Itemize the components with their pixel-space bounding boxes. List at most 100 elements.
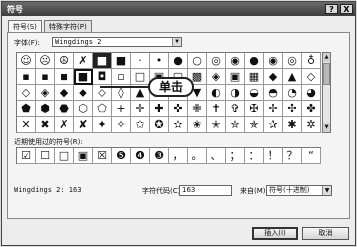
symbol-cell[interactable]: ✭ — [207, 117, 226, 133]
symbol-cell[interactable]: ✖ — [36, 117, 55, 133]
symbol-cell[interactable]: ◾ — [55, 69, 74, 85]
recent-symbol-cell[interactable]: ！ — [264, 148, 283, 164]
symbol-cell[interactable]: ◘ — [93, 69, 112, 85]
symbol-cell[interactable]: ✫ — [169, 117, 188, 133]
recent-symbol-cell[interactable]: ❺ — [112, 148, 131, 164]
recent-symbol-cell[interactable]: □ — [55, 148, 74, 164]
symbol-cell[interactable]: ◉ — [226, 53, 245, 69]
symbol-cell[interactable]: ✦ — [93, 117, 112, 133]
scroll-thumb[interactable] — [323, 63, 330, 85]
symbol-cell[interactable]: ✩ — [131, 117, 150, 133]
symbol-cell[interactable]: ■ — [112, 53, 131, 69]
symbol-cell[interactable]: ✯ — [245, 117, 264, 133]
symbol-cell[interactable]: ◐ — [207, 85, 226, 101]
insert-button[interactable]: 插入(I) — [252, 227, 298, 240]
cancel-button[interactable]: 取消 — [302, 227, 349, 240]
symbol-cell[interactable]: ✲ — [302, 117, 321, 133]
symbol-cell[interactable]: ▫ — [112, 69, 131, 85]
tab-special-characters[interactable]: 特殊字符(P) — [44, 20, 92, 32]
symbol-cell[interactable]: ✰ — [264, 117, 283, 133]
recent-symbol-cell[interactable]: ？ — [283, 148, 302, 164]
symbol-cell[interactable]: ☺ — [17, 53, 36, 69]
symbol-cell[interactable]: ⬠ — [93, 101, 112, 117]
symbol-cell[interactable]: ■ — [93, 53, 112, 69]
symbol-cell[interactable]: ✧ — [112, 117, 131, 133]
recent-symbol-cell[interactable]: ☑ — [17, 148, 36, 164]
symbol-cell[interactable]: □ — [131, 69, 150, 85]
font-dropdown[interactable]: Wingdings 2 ▼ — [52, 37, 182, 47]
symbol-cell[interactable]: ⬟ — [17, 101, 36, 117]
symbol-cell[interactable]: ✚ — [150, 101, 169, 117]
close-button[interactable]: X — [340, 4, 353, 14]
recent-symbol-cell[interactable]: ❸ — [150, 148, 169, 164]
symbol-cell[interactable]: ⬣ — [55, 101, 74, 117]
symbol-cell[interactable]: ◒ — [245, 85, 264, 101]
symbol-cell[interactable]: ✢ — [264, 101, 283, 117]
from-dropdown[interactable]: 符号(十进制) ▼ — [266, 185, 332, 196]
symbol-cell[interactable]: ◎ — [283, 53, 302, 69]
symbol-cell[interactable]: ✗ — [74, 53, 93, 69]
symbol-cell[interactable]: ◑ — [226, 85, 245, 101]
symbol-cell[interactable]: ☮ — [55, 53, 74, 69]
recent-symbol-cell[interactable]: 。 — [188, 148, 207, 164]
scroll-up-icon[interactable]: ▲ — [323, 53, 330, 62]
symbol-cell[interactable]: ✙ — [188, 101, 207, 117]
symbol-cell[interactable]: ◆ — [264, 69, 283, 85]
recent-symbol-cell[interactable]: “ — [302, 148, 321, 164]
symbol-cell[interactable]: ✠ — [245, 101, 264, 117]
symbol-cell[interactable]: ▪ — [17, 69, 36, 85]
symbol-cell[interactable]: • — [150, 53, 169, 69]
recent-symbol-cell[interactable]: ☒ — [93, 148, 112, 164]
symbol-cell[interactable]: ◕ — [302, 85, 321, 101]
scroll-down-icon[interactable]: ▼ — [323, 123, 330, 132]
recent-symbol-cell[interactable]: ❹ — [131, 148, 150, 164]
symbol-cell[interactable]: ✬ — [188, 117, 207, 133]
symbol-cell[interactable]: ◇ — [302, 69, 321, 85]
symbol-cell[interactable]: ☹ — [36, 53, 55, 69]
symbol-cell[interactable]: ✪ — [150, 117, 169, 133]
symbol-cell[interactable]: ▦ — [245, 69, 264, 85]
symbol-cell[interactable]: ✝ — [207, 101, 226, 117]
symbol-cell[interactable]: ◈ — [36, 85, 55, 101]
symbol-cell[interactable]: ⬥ — [74, 85, 93, 101]
symbol-cell[interactable]: ♁ — [302, 53, 321, 69]
symbol-cell[interactable]: ✛ — [131, 101, 150, 117]
symbol-cell[interactable]: ◎ — [207, 53, 226, 69]
symbol-cell[interactable]: ✕ — [17, 117, 36, 133]
symbol-cell[interactable]: ✞ — [226, 101, 245, 117]
symbol-cell[interactable]: + — [112, 101, 131, 117]
recent-symbol-cell[interactable]: ☐ — [36, 148, 55, 164]
recent-symbol-cell[interactable]: ； — [226, 148, 245, 164]
character-code-input[interactable]: 163 — [179, 185, 232, 196]
recent-symbol-cell[interactable]: ， — [169, 148, 188, 164]
symbol-cell[interactable]: ◉ — [264, 53, 283, 69]
title-bar[interactable]: 符号 ? X — [2, 2, 355, 16]
symbol-cell[interactable]: · — [131, 53, 150, 69]
recent-symbol-cell[interactable]: 、 — [207, 148, 226, 164]
symbol-cell[interactable]: ◔ — [283, 85, 302, 101]
symbol-cell[interactable]: ○ — [188, 53, 207, 69]
symbol-cell[interactable]: ✜ — [169, 101, 188, 117]
symbol-cell[interactable]: ◓ — [264, 85, 283, 101]
symbol-cell[interactable]: ■ — [74, 69, 93, 85]
symbol-cell[interactable]: ⬡ — [74, 101, 93, 117]
symbol-cell[interactable]: ◈ — [207, 69, 226, 85]
symbol-cell[interactable]: ✘ — [74, 117, 93, 133]
recent-symbols-grid[interactable]: ☑ ☐ □ ▣ ☒ ❺ ❹ ❸，。、；：！？ “ — [16, 147, 321, 164]
symbol-cell[interactable]: ● — [169, 53, 188, 69]
recent-symbol-cell[interactable]: ▣ — [74, 148, 93, 164]
symbol-cell[interactable]: ▪ — [36, 69, 55, 85]
symbol-cell[interactable]: ✮ — [226, 117, 245, 133]
help-button[interactable]: ? — [325, 4, 338, 14]
symbol-cell[interactable]: ✱ — [283, 117, 302, 133]
symbol-cell[interactable]: ✤ — [302, 101, 321, 117]
symbol-cell[interactable]: ▣ — [226, 69, 245, 85]
chevron-down-icon[interactable]: ▼ — [172, 38, 181, 46]
chevron-down-icon[interactable]: ▼ — [322, 186, 331, 195]
symbol-cell[interactable]: ⬢ — [36, 101, 55, 117]
symbol-cell[interactable]: ✣ — [283, 101, 302, 117]
symbol-cell[interactable]: ◆ — [55, 85, 74, 101]
symbol-cell[interactable]: ◇ — [17, 85, 36, 101]
symbol-cell[interactable]: ● — [245, 53, 264, 69]
symbol-grid-scrollbar[interactable]: ▲ ▼ — [322, 52, 331, 133]
